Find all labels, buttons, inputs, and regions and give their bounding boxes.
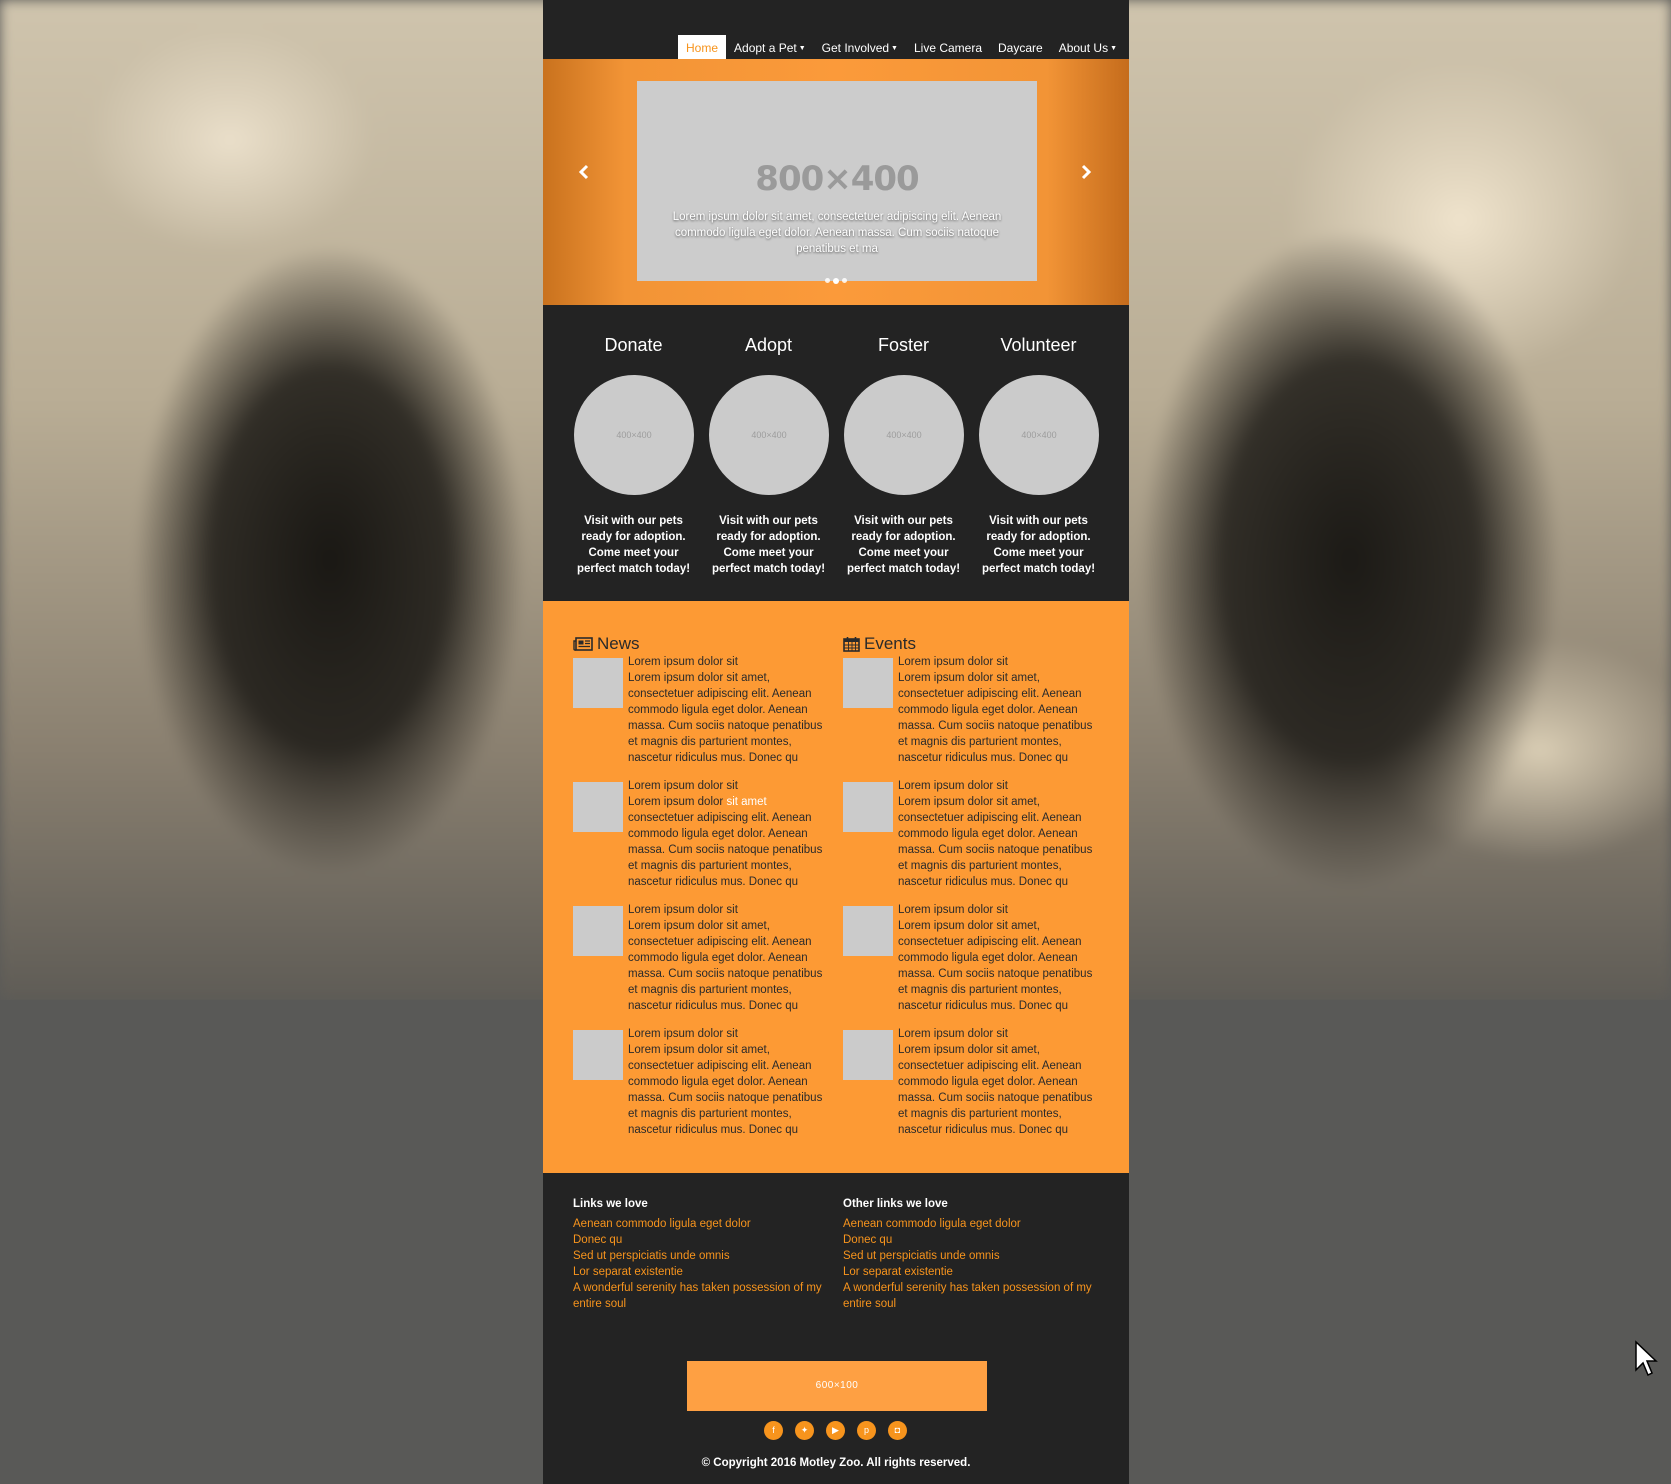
social-links: f ✦ ▶ p ◘ — [764, 1421, 907, 1440]
event-thumbnail — [843, 658, 893, 708]
event-item-title: Lorem ipsum dolor sit — [898, 904, 1008, 916]
event-thumbnail — [843, 1030, 893, 1080]
news-events-section: News Lorem ipsum dolor sit Lorem ipsum do… — [543, 601, 1129, 1173]
carousel-indicators — [825, 277, 847, 284]
feature-title: Adopt — [744, 335, 793, 355]
features-section: Donate 400×400 Visit with our pets ready… — [543, 305, 1129, 601]
footer-link[interactable]: Lor separat existentie — [843, 1264, 1103, 1280]
newspaper-icon — [573, 637, 593, 651]
mouse-cursor-icon — [1635, 1340, 1658, 1377]
feature-title: Donate — [604, 335, 663, 355]
footer-link[interactable]: Lor separat existentie — [573, 1264, 833, 1280]
feature-image[interactable]: 400×400 — [844, 375, 964, 495]
feature-image[interactable]: 400×400 — [709, 375, 829, 495]
event-thumbnail — [843, 906, 893, 956]
footer-link[interactable]: Aenean commodo ligula eget dolor — [843, 1216, 1103, 1232]
carousel-dot[interactable] — [842, 278, 847, 283]
highlighted-text: sit amet — [726, 796, 767, 808]
hero-carousel: 800×400 Lorem ipsum dolor sit amet, cons… — [543, 59, 1129, 305]
news-item-body: consectetuer adipiscing elit. Aenean com… — [628, 812, 823, 888]
event-item-title: Lorem ipsum dolor sit — [898, 656, 1008, 668]
news-item-body: Lorem ipsum dolor sit amet, consectetuer… — [628, 920, 823, 1012]
news-thumbnail — [573, 906, 623, 956]
feature-text: Visit with our pets ready for adoption. … — [846, 515, 961, 575]
caret-down-icon: ▼ — [1110, 45, 1117, 52]
calendar-icon — [843, 637, 860, 652]
feature-text: Visit with our pets ready for adoption. … — [576, 515, 691, 575]
nav-item-about-us[interactable]: About Us ▼ — [1051, 35, 1125, 59]
feature-text: Visit with our pets ready for adoption. … — [981, 515, 1096, 575]
nav-item-adopt-a-pet[interactable]: Adopt a Pet ▼ — [726, 35, 814, 59]
footer-link[interactable]: Donec qu — [573, 1232, 833, 1248]
nav-item-daycare[interactable]: Daycare — [990, 35, 1051, 59]
news-thumbnail — [573, 782, 623, 832]
links-we-love: Links we love Aenean commodo ligula eget… — [573, 1198, 833, 1312]
news-item-body: Lorem ipsum dolor sit amet, consectetuer… — [628, 1044, 823, 1136]
carousel-dot[interactable] — [825, 278, 830, 283]
news-item-body: Lorem ipsum dolor sit amet, consectetuer… — [628, 672, 823, 764]
nav-item-home[interactable]: Home — [678, 35, 727, 59]
feature-text: Visit with our pets ready for adoption. … — [711, 515, 826, 575]
other-links-we-love: Other links we love Aenean commodo ligul… — [843, 1198, 1103, 1312]
links-heading: Other links we love — [843, 1198, 948, 1210]
instagram-icon[interactable]: ◘ — [888, 1421, 907, 1440]
event-item-title: Lorem ipsum dolor sit — [898, 1028, 1008, 1040]
event-item-body: Lorem ipsum dolor sit amet, consectetuer… — [898, 796, 1093, 888]
slide-caption: Lorem ipsum dolor sit amet, consectetuer… — [672, 211, 1002, 255]
facebook-icon[interactable]: f — [764, 1421, 783, 1440]
footer-link[interactable]: A wonderful serenity has taken possessio… — [843, 1280, 1103, 1312]
feature-title: Volunteer — [1000, 335, 1077, 355]
twitter-icon[interactable]: ✦ — [795, 1421, 814, 1440]
footer-link[interactable]: Donec qu — [843, 1232, 1103, 1248]
pinterest-icon[interactable]: p — [857, 1421, 876, 1440]
news-item-title: Lorem ipsum dolor sit — [628, 1028, 738, 1040]
news-item-title: Lorem ipsum dolor sit — [628, 780, 738, 792]
carousel-next-button[interactable] — [1080, 164, 1092, 185]
nav-item-live-camera[interactable]: Live Camera — [906, 35, 990, 59]
news-item-title: Lorem ipsum dolor sit — [628, 656, 738, 668]
news-item-body: Lorem ipsum dolor — [628, 796, 727, 808]
event-thumbnail — [843, 782, 893, 832]
feature-title: Foster — [877, 335, 929, 355]
slide-placeholder: 800×400 — [755, 159, 919, 199]
footer: Links we love Aenean commodo ligula eget… — [543, 1173, 1129, 1484]
news-thumbnail — [573, 1030, 623, 1080]
footer-link[interactable]: A wonderful serenity has taken possessio… — [573, 1280, 833, 1312]
main-nav: Home Adopt a Pet ▼ Get Involved ▼ Live Cam… — [543, 0, 1129, 59]
ad-banner[interactable]: 600×100 — [687, 1361, 987, 1411]
chevron-left-icon — [578, 164, 589, 180]
event-item-body: Lorem ipsum dolor sit amet, consectetuer… — [898, 920, 1093, 1012]
event-item-body: Lorem ipsum dolor sit amet, consectetuer… — [898, 672, 1093, 764]
feature-image[interactable]: 400×400 — [979, 375, 1099, 495]
page-container: Home Adopt a Pet ▼ Get Involved ▼ Live Cam… — [543, 0, 1129, 1484]
caret-down-icon: ▼ — [798, 45, 806, 52]
chevron-right-icon — [1081, 164, 1092, 180]
nav-item-get-involved[interactable]: Get Involved ▼ — [814, 35, 906, 59]
news-heading: News — [573, 634, 640, 654]
carousel-prev-button[interactable] — [578, 164, 590, 185]
copyright-text: © Copyright 2016 Motley Zoo. All rights … — [701, 1457, 971, 1469]
footer-link[interactable]: Sed ut perspiciatis unde omnis — [843, 1248, 1103, 1264]
links-heading: Links we love — [573, 1198, 648, 1210]
caret-down-icon: ▼ — [891, 45, 898, 52]
news-thumbnail — [573, 658, 623, 708]
youtube-icon[interactable]: ▶ — [826, 1421, 845, 1440]
event-item-body: Lorem ipsum dolor sit amet, consectetuer… — [898, 1044, 1093, 1136]
footer-link[interactable]: Sed ut perspiciatis unde omnis — [573, 1248, 833, 1264]
carousel-slide[interactable]: 800×400 Lorem ipsum dolor sit amet, cons… — [637, 81, 1037, 281]
news-item-title: Lorem ipsum dolor sit — [628, 904, 738, 916]
carousel-dot-active[interactable] — [833, 277, 839, 284]
feature-image[interactable]: 400×400 — [574, 375, 694, 495]
footer-link[interactable]: Aenean commodo ligula eget dolor — [573, 1216, 833, 1232]
events-heading: Events — [843, 634, 916, 654]
event-item-title: Lorem ipsum dolor sit — [898, 780, 1008, 792]
